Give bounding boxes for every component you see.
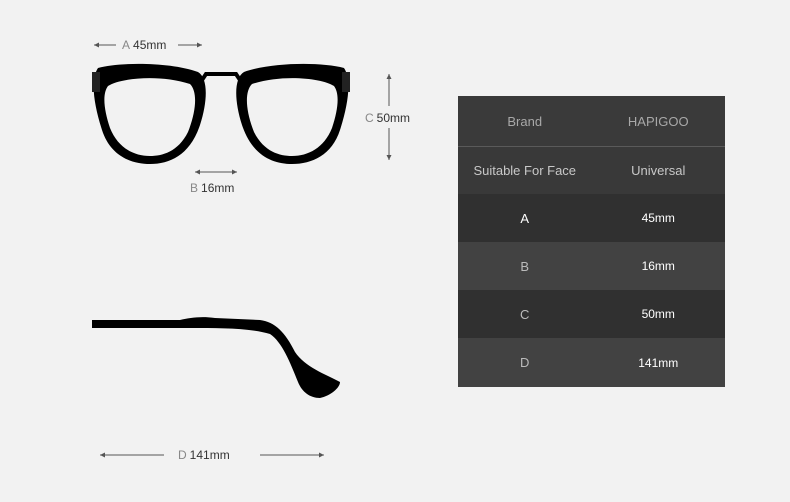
- spec-value-face: Universal: [631, 163, 686, 178]
- dimension-a-label: A 45mm: [122, 38, 166, 52]
- spec-key-brand: Brand: [507, 113, 543, 129]
- spec-value-b: 16mm: [641, 259, 675, 273]
- dimension-c-letter: C: [365, 111, 374, 125]
- dimension-b-letter: B: [190, 181, 199, 195]
- spec-key-face: Suitable For Face: [473, 163, 577, 178]
- dimension-a-letter: A: [122, 38, 131, 52]
- glasses-side-view: [92, 317, 340, 398]
- dimension-c-label: C 50mm: [365, 111, 410, 125]
- spec-key-d: D: [520, 355, 530, 370]
- spec-key-b: B: [520, 258, 530, 274]
- spec-value-brand: HAPIGOO: [627, 113, 689, 129]
- spec-row-d: D 141mm: [458, 338, 725, 387]
- dimension-d-value: 141mm: [189, 448, 230, 462]
- spec-key-c: C: [520, 306, 530, 322]
- dimension-b-arrow: [195, 169, 237, 175]
- right-hinge: [342, 72, 350, 92]
- spec-value-d: 141mm: [638, 355, 679, 370]
- spec-table: Brand HAPIGOO Suitable For Face Universa…: [458, 96, 725, 387]
- spec-key-a: A: [520, 210, 530, 226]
- spec-row-c: C 50mm: [458, 290, 725, 338]
- dimension-b-label: B 16mm: [190, 181, 234, 195]
- spec-row-a: A 45mm: [458, 194, 725, 242]
- left-lens-frame: [93, 63, 206, 164]
- dimension-b-value: 16mm: [201, 181, 235, 195]
- spec-row-b: B 16mm: [458, 242, 725, 290]
- right-lens-frame: [236, 63, 349, 164]
- dimension-c-value: 50mm: [376, 111, 411, 125]
- spec-value-a: 45mm: [641, 211, 675, 225]
- dimension-d-letter: D: [178, 448, 187, 462]
- spec-row-face: Suitable For Face Universal: [458, 147, 725, 194]
- temple-arm: [92, 317, 340, 398]
- dimension-d-label: D 141mm: [178, 448, 230, 462]
- spec-value-c: 50mm: [641, 307, 675, 321]
- spec-row-brand: Brand HAPIGOO: [458, 96, 725, 147]
- left-hinge: [92, 72, 100, 92]
- glasses-front-view: [92, 63, 350, 164]
- dimension-a-value: 45mm: [133, 38, 167, 52]
